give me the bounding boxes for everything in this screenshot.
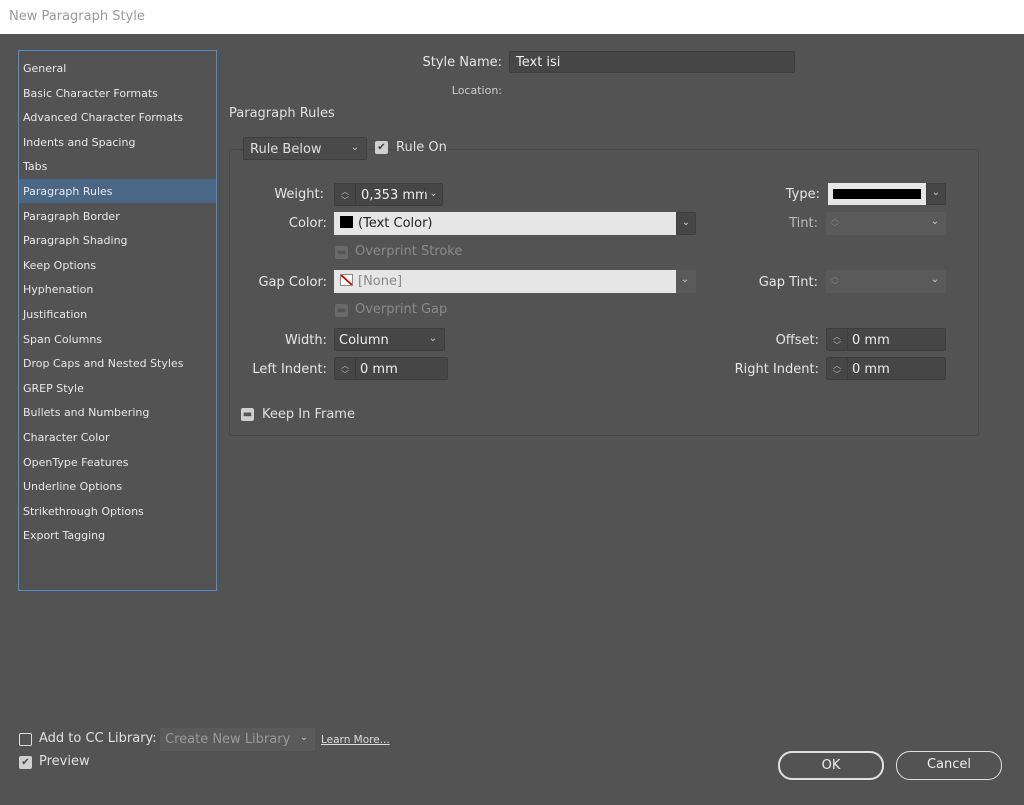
library-select-value: Create New Library [165, 732, 291, 747]
stepper-icon: ︿ ﹀ [831, 272, 839, 290]
weight-value: 0,353 mm [361, 188, 428, 203]
color-value: (Text Color) [358, 216, 433, 231]
chevron-down-icon: ⌄ [681, 217, 691, 228]
sidebar-item-grep-style[interactable]: GREP Style [19, 376, 216, 400]
add-cc-label: Add to CC Library: [39, 731, 157, 746]
sidebar-item-span-columns[interactable]: Span Columns [19, 327, 216, 351]
sidebar-item-hyphenation[interactable]: Hyphenation [19, 277, 216, 301]
gap-tint-label: Gap Tint: [758, 275, 818, 290]
stepper-icon[interactable]: ︿ ﹀ [335, 358, 356, 379]
overprint-gap-checkbox[interactable]: ▬ [335, 304, 348, 317]
weight-label: Weight: [274, 187, 324, 202]
color-select[interactable]: (Text Color) [334, 212, 676, 235]
category-list[interactable]: General Basic Character Formats Advanced C… [18, 50, 217, 591]
tint-field[interactable]: ︿ ﹀ ⌄ [826, 212, 946, 235]
sidebar-item-tabs[interactable]: Tabs [19, 154, 216, 178]
type-select[interactable] [828, 183, 926, 205]
section-title: Paragraph Rules [229, 106, 335, 121]
chevron-down-icon: ⌄ [930, 274, 940, 285]
keep-in-frame-label: Keep In Frame [262, 407, 355, 422]
weight-field[interactable]: ︿ ﹀ 0,353 mm ⌄ [334, 183, 443, 206]
rule-type-select[interactable]: Rule Below ⌄ [243, 137, 367, 160]
location-label: Location: [451, 84, 502, 97]
sidebar-item-paragraph-rules[interactable]: Paragraph Rules [19, 179, 216, 203]
sidebar-item-strikethrough-options[interactable]: Strikethrough Options [19, 499, 216, 523]
library-select[interactable]: Create New Library ⌄ [160, 728, 315, 751]
add-cc-checkbox[interactable] [19, 733, 32, 746]
offset-field[interactable]: ︿ ﹀ 0 mm [826, 328, 946, 351]
sidebar-item-bullets-and-numbering[interactable]: Bullets and Numbering [19, 400, 216, 424]
gap-tint-field[interactable]: ︿ ﹀ ⌄ [826, 270, 946, 293]
chevron-down-icon[interactable]: ⌄ [424, 188, 442, 199]
type-label: Type: [785, 187, 820, 202]
sidebar-item-drop-caps-and-nested-styles[interactable]: Drop Caps and Nested Styles [19, 351, 216, 375]
rule-on-checkbox[interactable]: ✔ [375, 141, 388, 154]
gap-color-value: [None] [358, 274, 403, 289]
sidebar-item-keep-options[interactable]: Keep Options [19, 253, 216, 277]
rule-on-label: Rule On [396, 140, 447, 155]
gap-color-label: Gap Color: [258, 275, 327, 290]
right-indent-field[interactable]: ︿ ﹀ 0 mm [826, 357, 946, 380]
gap-color-dropdown-button[interactable]: ⌄ [676, 270, 696, 293]
width-select[interactable]: Column ⌄ [334, 328, 445, 351]
preview-checkbox[interactable]: ✔ [19, 756, 32, 769]
stepper-icon[interactable]: ︿ ﹀ [335, 184, 356, 205]
title-bar: New Paragraph Style [0, 0, 1024, 34]
width-value: Column [339, 333, 389, 348]
sidebar-item-paragraph-border[interactable]: Paragraph Border [19, 204, 216, 228]
overprint-gap-label: Overprint Gap [355, 302, 448, 317]
overprint-stroke-checkbox[interactable]: ▬ [335, 246, 348, 259]
left-indent-label: Left Indent: [252, 362, 327, 377]
color-label: Color: [288, 216, 327, 231]
sidebar-item-indents-and-spacing[interactable]: Indents and Spacing [19, 130, 216, 154]
solid-line-swatch [833, 189, 921, 199]
sidebar-item-character-color[interactable]: Character Color [19, 425, 216, 449]
tint-label: Tint: [789, 216, 818, 231]
left-indent-value: 0 mm [360, 362, 398, 377]
sidebar-item-underline-options[interactable]: Underline Options [19, 474, 216, 498]
learn-more-link[interactable]: Learn More... [321, 734, 390, 746]
keep-in-frame-checkbox[interactable]: ▬ [241, 408, 254, 421]
chevron-down-icon: ⌄ [350, 142, 360, 153]
preview-label: Preview [39, 754, 90, 769]
stepper-icon[interactable]: ︿ ﹀ [827, 358, 848, 379]
window-title: New Paragraph Style [9, 9, 145, 24]
style-name-input[interactable]: Text isi [509, 51, 795, 73]
chevron-down-icon: ⌄ [680, 274, 690, 285]
chevron-down-icon: ⌄ [930, 216, 940, 227]
left-indent-field[interactable]: ︿ ﹀ 0 mm [334, 357, 448, 380]
stepper-icon[interactable]: ︿ ﹀ [827, 329, 848, 350]
width-label: Width: [284, 333, 327, 348]
stepper-icon: ︿ ﹀ [831, 214, 839, 232]
overprint-stroke-label: Overprint Stroke [355, 244, 463, 259]
sidebar-item-opentype-features[interactable]: OpenType Features [19, 450, 216, 474]
sidebar-item-advanced-character-formats[interactable]: Advanced Character Formats [19, 105, 216, 129]
style-name-label: Style Name: [422, 55, 502, 70]
sidebar-item-export-tagging[interactable]: Export Tagging [19, 523, 216, 547]
sidebar-item-general[interactable]: General [19, 56, 216, 80]
right-indent-value: 0 mm [852, 362, 890, 377]
offset-value: 0 mm [852, 333, 890, 348]
chevron-down-icon: ⌄ [428, 333, 438, 344]
chevron-down-icon: ⌄ [931, 187, 941, 198]
type-dropdown-button[interactable]: ⌄ [926, 183, 946, 205]
chevron-down-icon: ⌄ [299, 732, 309, 743]
cancel-button[interactable]: Cancel [896, 751, 1002, 780]
gap-color-select[interactable]: [None] [334, 270, 676, 293]
offset-label: Offset: [775, 333, 819, 348]
sidebar-item-justification[interactable]: Justification [19, 302, 216, 326]
sidebar-item-paragraph-shading[interactable]: Paragraph Shading [19, 228, 216, 252]
color-swatch [340, 216, 353, 228]
color-dropdown-button[interactable]: ⌄ [676, 212, 696, 235]
rule-type-value: Rule Below [250, 142, 322, 157]
right-indent-label: Right Indent: [734, 362, 819, 377]
sidebar-item-basic-character-formats[interactable]: Basic Character Formats [19, 81, 216, 105]
none-swatch-icon [340, 274, 353, 286]
ok-button[interactable]: OK [778, 751, 884, 780]
